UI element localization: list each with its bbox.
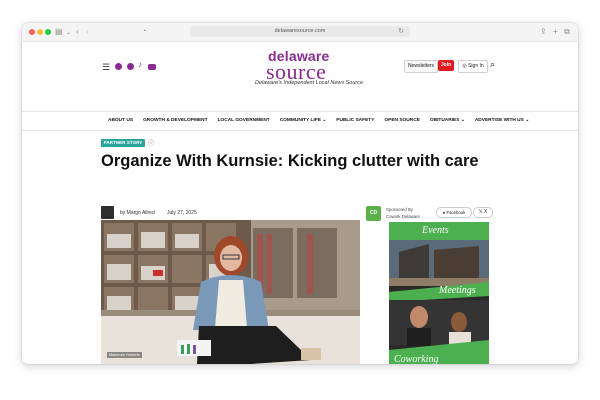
zoom-window-button[interactable] — [45, 29, 51, 35]
partner-story-badge[interactable]: PARTNER STORY — [101, 139, 145, 147]
sponsor-label: Sponsored By — [386, 207, 413, 212]
article-headline: Organize With Kurnsie: Kicking clutter w… — [101, 152, 479, 170]
browser-toolbar: ▤ ⌄ ‹ › ◔ delawaresource.com ↻ ⇪ + ⧉ — [22, 23, 578, 42]
share-facebook-label: Facebook — [446, 210, 466, 215]
search-icon[interactable]: ⌕ — [490, 59, 495, 70]
ad-meetings-label: Meetings — [439, 285, 476, 296]
newsletters-button[interactable]: Newsletters — [404, 60, 438, 73]
sign-in-button[interactable]: ◎ Sign In — [458, 60, 488, 73]
hamburger-menu-icon[interactable]: ☰ — [102, 62, 110, 73]
chevron-down-icon[interactable]: ⌄ — [66, 27, 71, 39]
sign-in-label: Sign In — [468, 63, 484, 69]
browser-window: ▤ ⌄ ‹ › ◔ delawaresource.com ↻ ⇪ + ⧉ ☰ ♪… — [22, 23, 578, 364]
header-divider — [22, 111, 578, 112]
cowork-ad[interactable]: Events Meetings Coworking — [389, 222, 489, 364]
main-nav: ABOUT US GROWTH & DEVELOPMENT LOCAL GOVE… — [108, 118, 529, 128]
join-button[interactable]: Join — [438, 60, 454, 71]
site-tagline: Delaware's Independent Local News Source — [255, 80, 364, 86]
instagram-icon[interactable] — [127, 63, 134, 70]
nav-item-growth-development[interactable]: GROWTH & DEVELOPMENT — [143, 118, 208, 128]
minimize-window-button[interactable] — [37, 29, 43, 35]
nav-divider — [22, 130, 578, 131]
nav-item-obituaries[interactable]: OBITUARIES ⌄ — [430, 118, 465, 128]
share-icon[interactable]: ⇪ — [540, 26, 547, 38]
nav-item-community-life[interactable]: COMMUNITY LIFE ⌄ — [280, 118, 327, 128]
forward-arrow-icon[interactable]: › — [86, 26, 89, 38]
sponsor-logo[interactable]: CD — [366, 206, 381, 221]
nav-item-public-safety[interactable]: PUBLIC SAFETY — [336, 118, 374, 128]
back-arrow-icon[interactable]: ‹ — [76, 26, 79, 38]
nav-item-open-source[interactable]: OPEN SOURCE — [384, 118, 419, 128]
info-icon[interactable]: ⓘ — [148, 138, 154, 147]
facebook-icon[interactable] — [115, 63, 122, 70]
new-tab-icon[interactable]: + — [553, 26, 558, 38]
author-byline[interactable]: by Margo Allred — [120, 210, 155, 216]
publish-date: July 27, 2025 — [167, 210, 197, 216]
youtube-icon[interactable] — [148, 64, 156, 70]
shield-icon[interactable]: ◔ — [142, 26, 146, 37]
url-text: delawaresource.com — [274, 28, 326, 34]
tiktok-icon[interactable]: ♪ — [138, 60, 145, 69]
ad-events-label: Events — [422, 225, 449, 236]
nav-item-about-us[interactable]: ABOUT US — [108, 118, 133, 128]
sidebar-icon[interactable]: ▤ — [55, 26, 63, 38]
share-x-label: X — [484, 209, 488, 215]
share-facebook-button[interactable]: ● Facebook — [436, 207, 472, 218]
address-bar[interactable]: ◔ delawaresource.com ↻ — [142, 26, 410, 37]
article-hero-image[interactable] — [101, 220, 360, 364]
ad-coworking-label: Coworking — [394, 354, 439, 364]
sponsor-name[interactable]: Cowork Delaware — [386, 214, 420, 219]
close-window-button[interactable] — [29, 29, 35, 35]
image-caption: Makenzie Roberts — [107, 352, 142, 358]
reload-icon[interactable]: ↻ — [398, 26, 404, 37]
tab-overview-icon[interactable]: ⧉ — [564, 26, 570, 38]
nav-item-local-government[interactable]: LOCAL GOVERNMENT — [218, 118, 270, 128]
nav-item-advertise[interactable]: ADVERTISE WITH US ⌄ — [475, 118, 529, 128]
author-avatar[interactable] — [101, 206, 114, 219]
share-x-button[interactable]: 𝕏 X — [473, 207, 493, 218]
